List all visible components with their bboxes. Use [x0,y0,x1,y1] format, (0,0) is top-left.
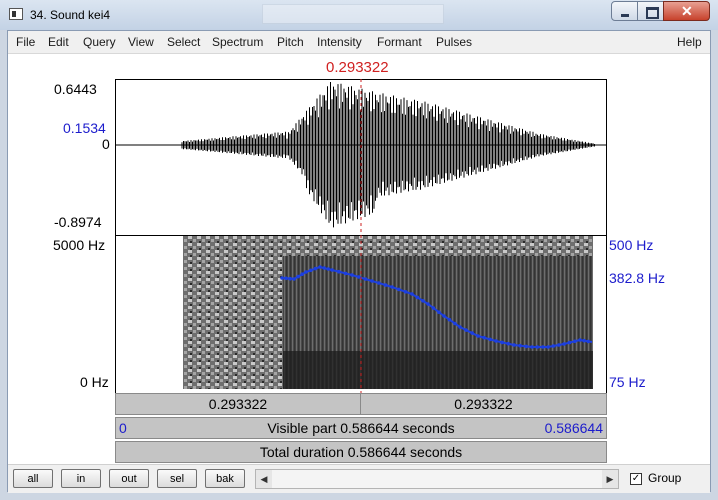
horizontal-scrollbar[interactable]: ◀ ▶ [255,469,619,489]
editor-client-area: File Edit Query View Select Spectrum Pit… [7,30,711,493]
zoom-all-button[interactable]: all [13,469,53,488]
app-icon[interactable] [9,8,23,20]
zoom-back-button[interactable]: bak [205,469,245,488]
pitch-bottom-label: 75 Hz [609,374,646,390]
menu-formant[interactable]: Formant [377,35,422,49]
menu-file[interactable]: File [16,35,35,49]
pitch-top-label: 500 Hz [609,237,654,253]
visible-end: 0.586644 [544,420,603,436]
menu-spectrum[interactable]: Spectrum [212,35,263,49]
menu-view[interactable]: View [128,35,154,49]
group-label: Group [648,471,682,485]
minimize-button[interactable] [611,1,638,21]
selection-bar: 0.293322 0.293322 [115,393,607,415]
zoom-in-button[interactable]: in [61,469,101,488]
waveform-min-label: -0.8974 [54,214,102,230]
menu-bar: File Edit Query View Select Spectrum Pit… [8,31,710,54]
cursor-overlay [360,79,362,393]
waveform-cursor-value: 0.1534 [63,120,106,136]
total-duration-label: Total duration 0.586644 seconds [259,444,463,460]
scroll-right-arrow-icon[interactable]: ▶ [602,470,618,488]
close-button[interactable] [663,1,710,21]
maximize-button[interactable] [637,1,664,21]
waveform-max-label: 0.6443 [54,81,97,97]
praat-sound-window: 34. Sound kei4 File Edit Query View Sele… [0,0,718,500]
menu-select[interactable]: Select [167,35,200,49]
bottom-toolbar: all in out sel bak ◀ ▶ ✓ Group [8,464,710,493]
title-bar[interactable]: 34. Sound kei4 [0,0,718,30]
menu-query[interactable]: Query [83,35,116,49]
spectrogram-bottom-freq: 0 Hz [80,374,109,390]
menu-edit[interactable]: Edit [48,35,69,49]
menu-pulses[interactable]: Pulses [436,35,472,49]
group-checkbox[interactable]: ✓ [630,473,642,485]
window-title: 34. Sound kei4 [30,8,111,22]
cursor-time-label: 0.293322 [326,59,389,76]
visible-part-label: Visible part 0.586644 seconds [267,420,455,436]
menu-help[interactable]: Help [677,35,702,49]
background-window-ghost [262,4,444,24]
zoom-out-button[interactable]: out [109,469,149,488]
waveform-zero-label: 0 [102,136,110,152]
left-segment[interactable]: 0.293322 [116,394,361,414]
scroll-left-arrow-icon[interactable]: ◀ [256,470,272,488]
zoom-sel-button[interactable]: sel [157,469,197,488]
menu-pitch[interactable]: Pitch [277,35,304,49]
right-segment[interactable]: 0.293322 [361,394,606,414]
spectrogram-top-freq: 5000 Hz [53,237,106,253]
visible-part-bar[interactable]: 0 Visible part 0.586644 seconds 0.586644 [115,417,607,439]
menu-intensity[interactable]: Intensity [317,35,362,49]
total-duration-bar[interactable]: Total duration 0.586644 seconds [115,441,607,463]
pitch-cursor-value: 382.8 Hz [609,270,666,286]
